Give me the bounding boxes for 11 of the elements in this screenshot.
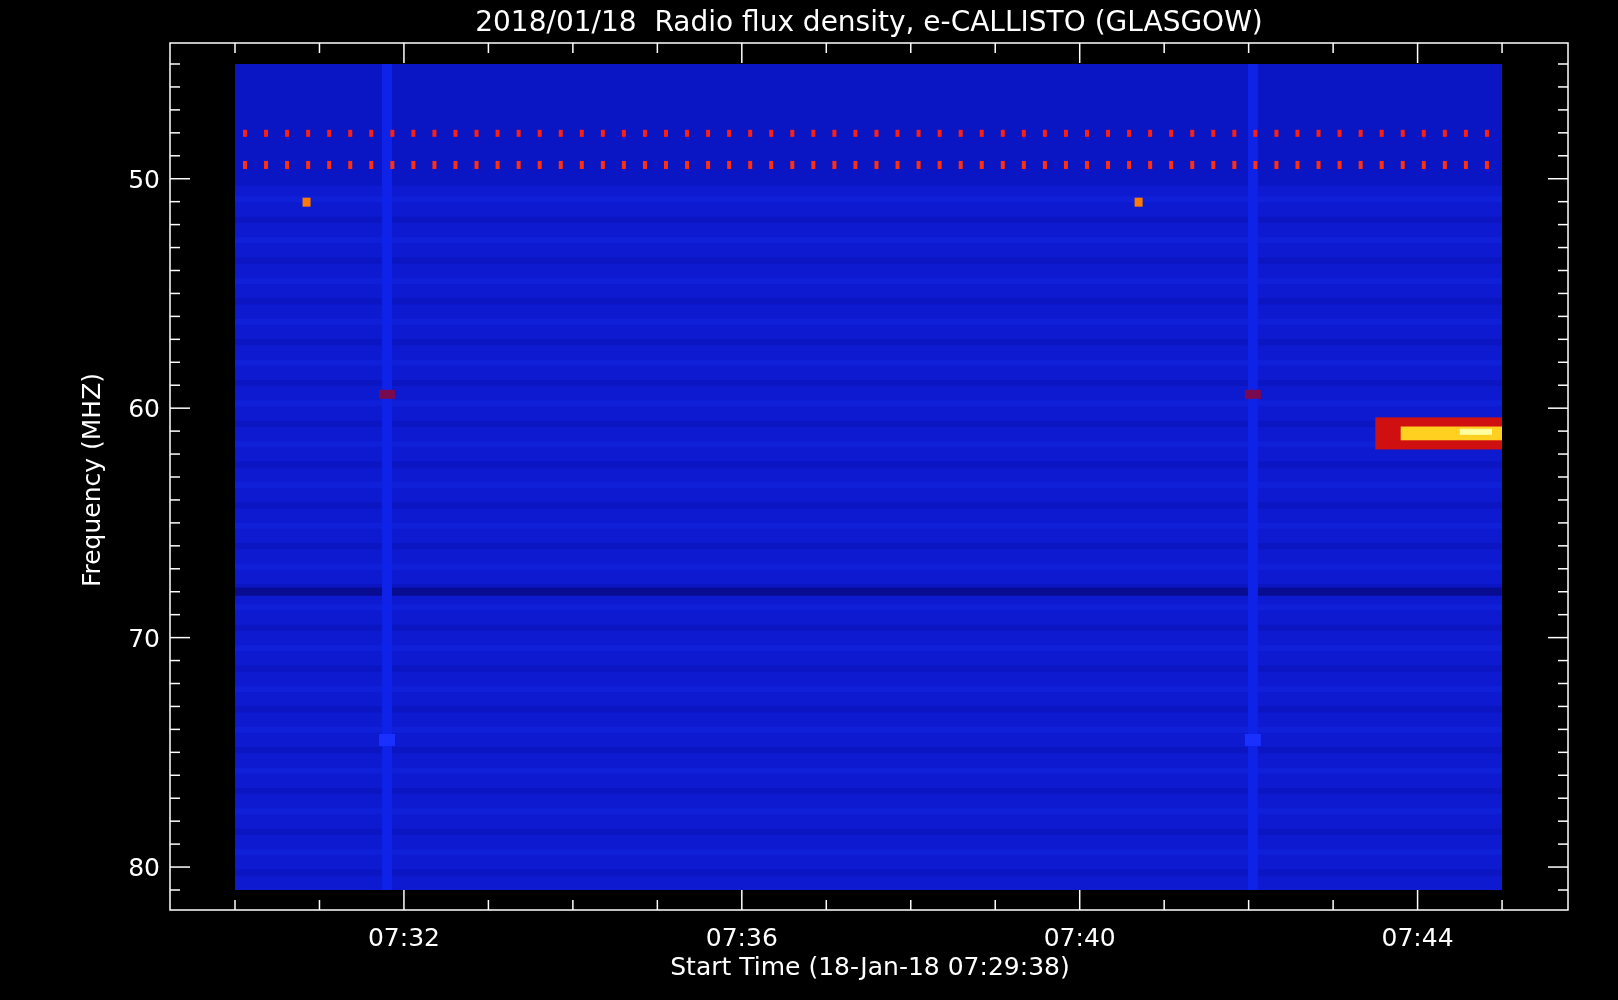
x-tick-label: 07:40: [1043, 923, 1116, 952]
y-tick-label: 70: [128, 623, 160, 653]
y-tick-label: 60: [128, 394, 160, 424]
y-axis-label: Frequency (MHZ): [77, 372, 106, 588]
x-tick-label: 07:44: [1381, 923, 1454, 952]
x-tick-label: 07:32: [367, 923, 440, 952]
x-tick-label: 07:36: [705, 923, 778, 952]
chart-title: 2018/01/18 Radio flux density, e-CALLISTO (GLASGOW): [475, 5, 1263, 38]
y-tick-label: 80: [128, 853, 160, 883]
x-axis-label: Start Time (18-Jan-18 07:29:38): [670, 952, 1070, 981]
y-tick-label: 50: [128, 164, 160, 194]
